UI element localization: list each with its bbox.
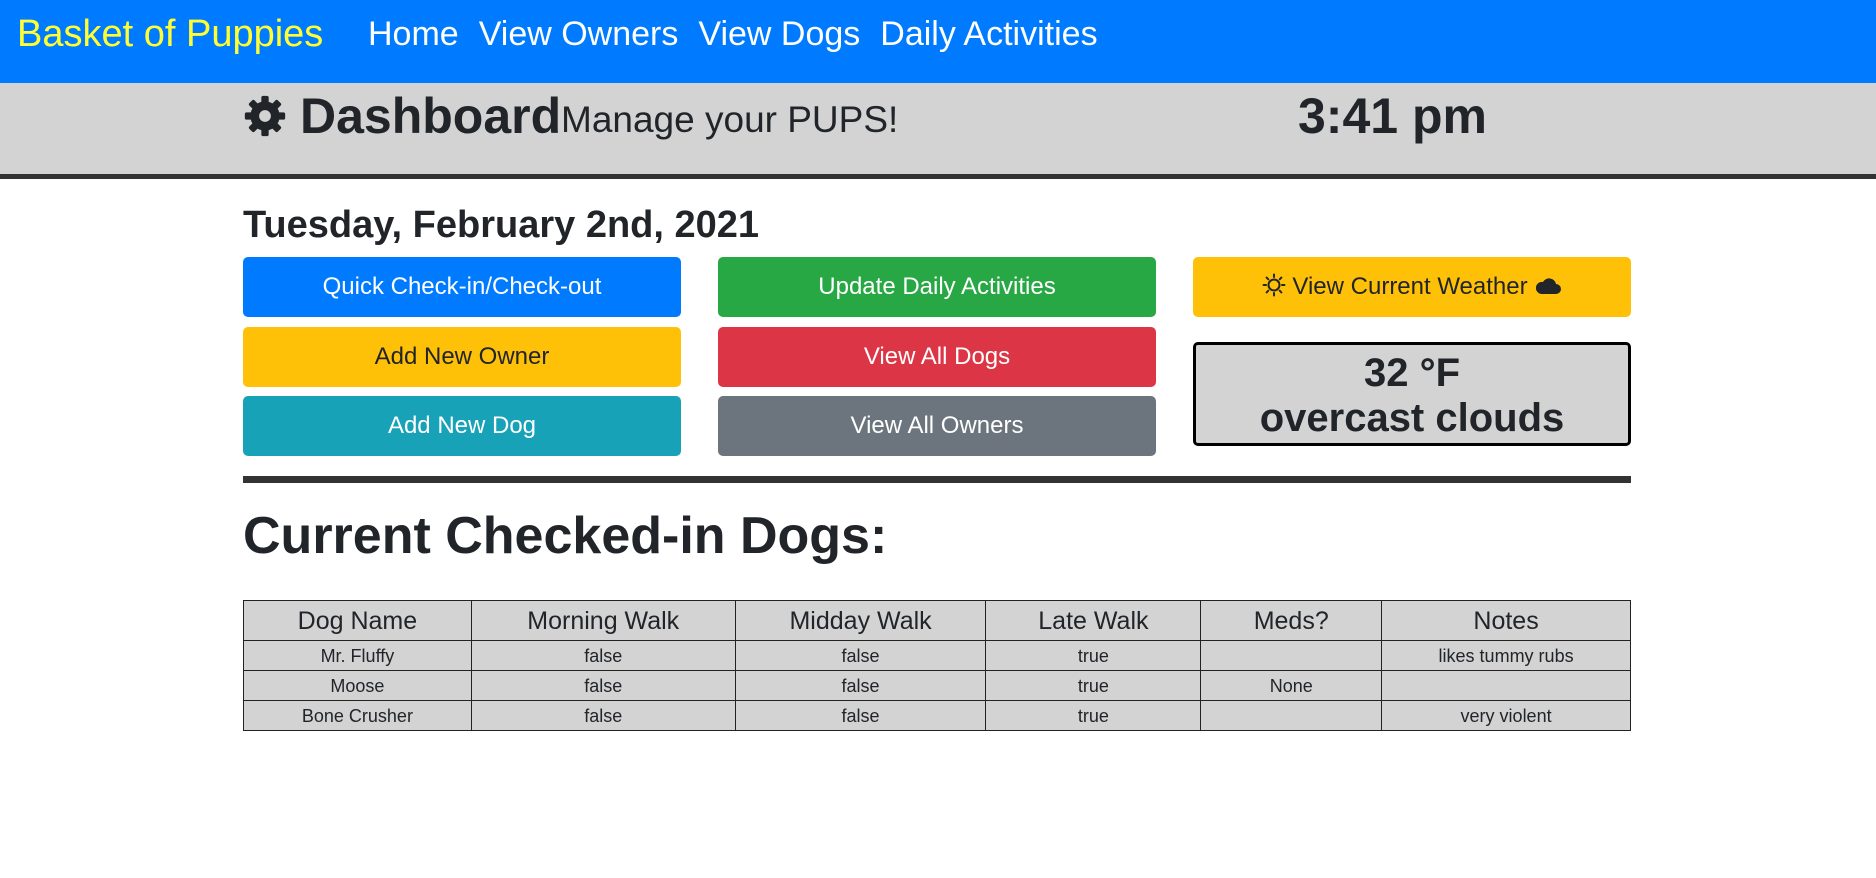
- banner-divider: [0, 174, 1876, 179]
- column-header-morning-walk: Morning Walk: [470, 600, 736, 641]
- cell-morning-walk: false: [470, 640, 736, 671]
- cell-midday-walk: false: [734, 640, 987, 671]
- cell-notes: likes tummy rubs: [1381, 640, 1631, 671]
- column-header-dog-name: Dog Name: [243, 600, 472, 641]
- cell-midday-walk: false: [734, 670, 987, 701]
- section-divider: [243, 476, 1631, 483]
- current-date: Tuesday, February 2nd, 2021: [243, 204, 760, 246]
- page-title: Dashboard: [300, 88, 562, 144]
- table-row: Moose false false true None: [243, 670, 1631, 701]
- cell-morning-walk: false: [470, 670, 736, 701]
- quick-checkin-button[interactable]: Quick Check-in/Check-out: [243, 257, 681, 317]
- view-all-dogs-button[interactable]: View All Dogs: [718, 327, 1156, 387]
- column-header-notes: Notes: [1381, 600, 1631, 641]
- weather-description: overcast clouds: [1259, 396, 1565, 440]
- column-header-midday-walk: Midday Walk: [734, 600, 987, 641]
- cell-meds: [1200, 700, 1383, 731]
- cell-late-walk: true: [985, 700, 1202, 731]
- gear-icon: [244, 95, 286, 137]
- cell-late-walk: true: [985, 670, 1202, 701]
- nav-link-home[interactable]: Home: [368, 10, 459, 58]
- column-header-late-walk: Late Walk: [985, 600, 1202, 641]
- cell-meds: None: [1200, 670, 1383, 701]
- cell-dog-name: Bone Crusher: [243, 700, 472, 731]
- update-daily-activities-button[interactable]: Update Daily Activities: [718, 257, 1156, 317]
- cell-meds: [1200, 640, 1383, 671]
- sun-icon: [1262, 273, 1286, 297]
- top-navbar: Basket of Puppies Home View Owners View …: [0, 0, 1876, 83]
- table-row: Bone Crusher false false true very viole…: [243, 700, 1631, 731]
- cell-morning-walk: false: [470, 700, 736, 731]
- cell-notes: very violent: [1381, 700, 1631, 731]
- weather-panel: 32 °F overcast clouds: [1193, 342, 1631, 446]
- page-subtitle: Manage your PUPS!: [561, 99, 899, 140]
- nav-link-view-dogs[interactable]: View Dogs: [698, 10, 860, 58]
- brand-logo[interactable]: Basket of Puppies: [17, 10, 323, 58]
- add-new-owner-button[interactable]: Add New Owner: [243, 327, 681, 387]
- cell-late-walk: true: [985, 640, 1202, 671]
- weather-temperature: 32 °F: [1363, 351, 1461, 395]
- checked-in-dogs-heading: Current Checked-in Dogs:: [243, 507, 888, 565]
- cell-notes: [1381, 670, 1631, 701]
- nav-link-view-owners[interactable]: View Owners: [479, 10, 679, 58]
- cell-dog-name: Mr. Fluffy: [243, 640, 472, 671]
- checked-in-dogs-table: Dog Name Morning Walk Midday Walk Late W…: [243, 600, 1631, 731]
- table-header-row: Dog Name Morning Walk Midday Walk Late W…: [243, 600, 1631, 641]
- nav-links: Home View Owners View Dogs Daily Activit…: [368, 10, 1098, 58]
- view-current-weather-button[interactable]: View Current Weather: [1193, 257, 1631, 317]
- column-header-meds: Meds?: [1200, 600, 1383, 641]
- nav-link-daily-activities[interactable]: Daily Activities: [880, 10, 1097, 58]
- table-row: Mr. Fluffy false false true likes tummy …: [243, 640, 1631, 671]
- cell-midday-walk: false: [734, 700, 987, 731]
- add-new-dog-button[interactable]: Add New Dog: [243, 396, 681, 456]
- current-time: 3:41 pm: [1298, 88, 1487, 144]
- cell-dog-name: Moose: [243, 670, 472, 701]
- view-current-weather-label: View Current Weather: [1292, 273, 1528, 300]
- cloud-icon: [1536, 278, 1562, 295]
- view-all-owners-button[interactable]: View All Owners: [718, 396, 1156, 456]
